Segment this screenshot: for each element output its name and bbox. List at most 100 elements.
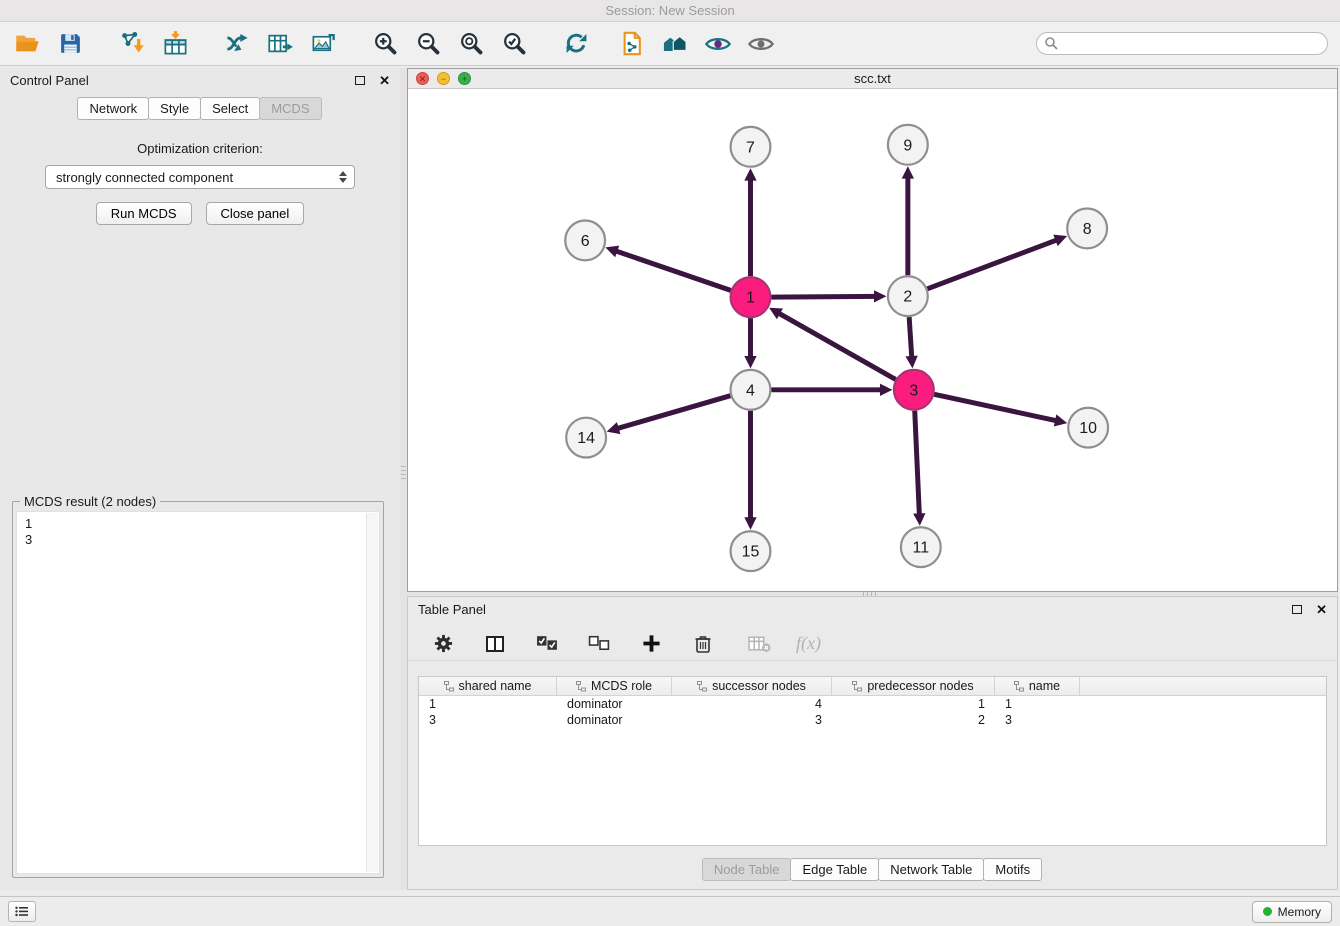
graph-node-1[interactable]: 1	[731, 277, 771, 317]
svg-text:4: 4	[746, 382, 755, 399]
table-panel-header: Table Panel ✕	[408, 597, 1337, 621]
memory-button[interactable]: Memory	[1252, 901, 1332, 923]
table-settings-button[interactable]	[428, 629, 458, 659]
zoom-in-button[interactable]	[370, 29, 400, 59]
graph-edge-4-15[interactable]	[744, 411, 756, 530]
network-view-panel: ✕−+ scc.txt 7968124314101511	[407, 68, 1338, 592]
window-minimize-button[interactable]: −	[437, 72, 450, 85]
delete-row-button[interactable]	[688, 629, 718, 659]
splitter-grip[interactable]	[401, 466, 406, 482]
function-builder-button[interactable]: f(x)	[796, 629, 821, 659]
close-panel-icon[interactable]: ✕	[379, 74, 390, 87]
result-scrollbar[interactable]	[366, 513, 378, 872]
zoom-in-icon	[372, 30, 399, 57]
graph-edge-1-4[interactable]	[744, 318, 756, 368]
select-all-button[interactable]	[532, 629, 562, 659]
table-tab-network-table[interactable]: Network Table	[878, 858, 984, 881]
open-in-cytoscape-web-button[interactable]	[617, 29, 647, 59]
column-header-mcds-role[interactable]: MCDS role	[557, 677, 672, 695]
task-history-button[interactable]	[8, 901, 36, 922]
column-type-icon	[444, 681, 454, 692]
apply-style-button[interactable]	[703, 29, 733, 59]
graph-node-14[interactable]: 14	[566, 418, 606, 458]
graph-node-15[interactable]: 15	[731, 531, 771, 571]
control-tab-select[interactable]: Select	[200, 97, 260, 120]
table-cell: 4	[672, 696, 832, 712]
first-neighbors-button[interactable]	[660, 29, 690, 59]
search-box	[1036, 32, 1328, 55]
network-canvas[interactable]: 7 9 6 8 1 2 4 3 14 10 15 11	[408, 90, 1337, 591]
save-session-button[interactable]	[55, 29, 85, 59]
table-tab-node-table[interactable]: Node Table	[702, 858, 792, 881]
graph-edge-3-10[interactable]	[934, 394, 1067, 426]
table-tab-motifs[interactable]: Motifs	[983, 858, 1042, 881]
show-column-button[interactable]	[480, 629, 510, 659]
graph-node-4[interactable]: 4	[731, 370, 771, 410]
graph-edge-1-2[interactable]	[771, 290, 886, 302]
svg-text:1: 1	[746, 290, 755, 307]
zoom-selected-button[interactable]	[499, 29, 529, 59]
svg-text:15: 15	[742, 544, 760, 561]
table-row-2[interactable]: 3dominator323	[419, 712, 1326, 728]
table-row-1[interactable]: 1dominator411	[419, 696, 1326, 712]
run-mcds-button[interactable]: Run MCDS	[96, 202, 192, 225]
columns-icon	[485, 634, 505, 654]
graph-edge-1-6[interactable]	[605, 246, 730, 291]
refresh-button[interactable]	[561, 29, 591, 59]
vertical-splitter[interactable]	[400, 68, 407, 890]
export-table-button[interactable]	[265, 29, 295, 59]
graph-node-7[interactable]: 7	[731, 127, 771, 167]
criterion-select[interactable]: strongly connected component	[45, 165, 355, 189]
delete-table-button[interactable]	[744, 629, 774, 659]
graph-edge-4-3[interactable]	[771, 384, 892, 396]
column-header-shared-name[interactable]: shared name	[419, 677, 557, 695]
search-input[interactable]	[1036, 32, 1328, 55]
table-cell: 3	[995, 712, 1080, 728]
close-panel-button[interactable]: Close panel	[206, 202, 305, 225]
window-zoom-button[interactable]: +	[458, 72, 471, 85]
graph-node-10[interactable]: 10	[1068, 408, 1108, 448]
status-bar: Memory	[0, 896, 1340, 926]
column-header-predecessor-nodes[interactable]: predecessor nodes	[832, 677, 995, 695]
memory-label: Memory	[1278, 905, 1321, 919]
graph-edge-1-7[interactable]	[744, 168, 756, 276]
import-table-button[interactable]	[160, 29, 190, 59]
graph-edge-3-11[interactable]	[913, 411, 925, 526]
zoom-fit-button[interactable]	[456, 29, 486, 59]
control-tab-network[interactable]: Network	[77, 97, 149, 120]
graph-edge-2-3[interactable]	[905, 317, 917, 368]
control-tab-mcds[interactable]: MCDS	[259, 97, 321, 120]
graph-node-6[interactable]: 6	[565, 220, 605, 260]
control-tab-style[interactable]: Style	[148, 97, 201, 120]
deselect-all-button[interactable]	[584, 629, 614, 659]
table-panel-title: Table Panel	[418, 602, 486, 617]
float-panel-icon[interactable]	[355, 76, 365, 85]
column-header-successor-nodes[interactable]: successor nodes	[672, 677, 832, 695]
graph-node-8[interactable]: 8	[1067, 209, 1107, 249]
mcds-result-area[interactable]: 13	[16, 511, 380, 874]
graph-edge-2-8[interactable]	[927, 235, 1067, 289]
import-network-button[interactable]	[117, 29, 147, 59]
zoom-out-button[interactable]	[413, 29, 443, 59]
column-header-name[interactable]: name	[995, 677, 1080, 695]
window-close-button[interactable]: ✕	[416, 72, 429, 85]
export-image-button[interactable]	[308, 29, 338, 59]
graph-node-9[interactable]: 9	[888, 125, 928, 165]
graph-node-11[interactable]: 11	[901, 527, 941, 567]
graph-edge-3-1[interactable]	[769, 308, 895, 380]
show-hide-button[interactable]	[746, 29, 776, 59]
zoom-out-icon	[415, 30, 442, 57]
graph-node-2[interactable]: 2	[888, 276, 928, 316]
graph-edge-2-9[interactable]	[902, 166, 914, 275]
close-panel-icon[interactable]: ✕	[1316, 603, 1327, 616]
table-body: 1dominator4113dominator323	[419, 696, 1326, 728]
network-graph[interactable]: 7 9 6 8 1 2 4 3 14 10 15 11	[408, 90, 1337, 591]
list-icon	[15, 906, 29, 917]
graph-node-3[interactable]: 3	[894, 370, 934, 410]
float-panel-icon[interactable]	[1292, 605, 1302, 614]
add-row-button[interactable]	[636, 629, 666, 659]
open-session-button[interactable]	[12, 29, 42, 59]
graph-edge-4-14[interactable]	[607, 396, 731, 434]
export-network-button[interactable]	[222, 29, 252, 59]
table-tab-edge-table[interactable]: Edge Table	[790, 858, 879, 881]
